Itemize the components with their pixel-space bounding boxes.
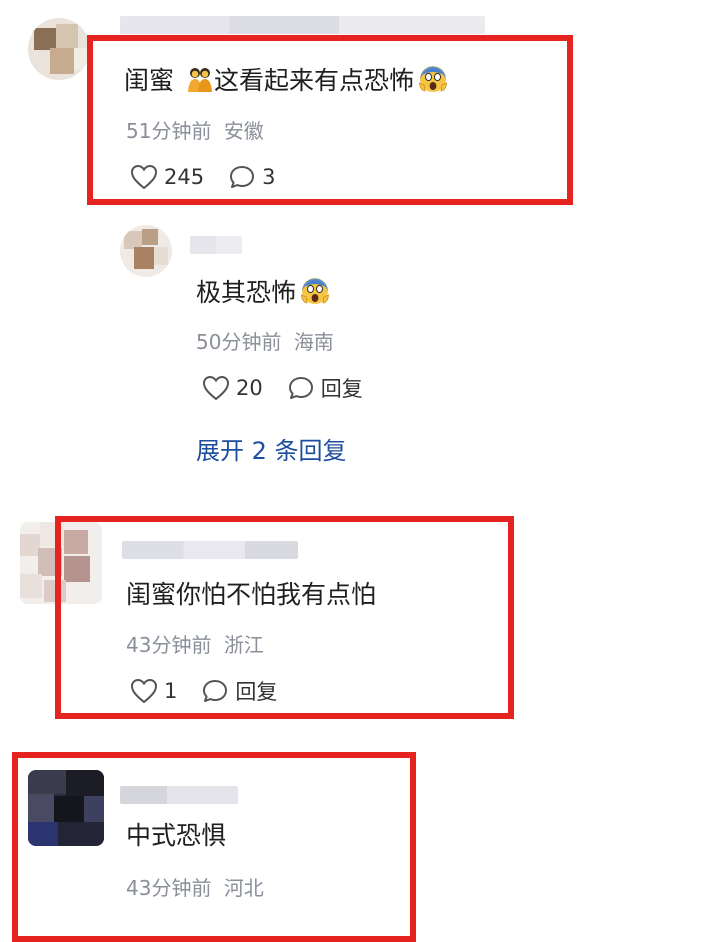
reply-label: 回复 xyxy=(235,680,278,704)
reply-button[interactable]: 回复 xyxy=(201,676,277,706)
screaming-face-emoji-icon xyxy=(418,63,448,100)
comment-meta: 43分钟前 浙江 xyxy=(126,633,264,657)
comment-time: 43分钟前 xyxy=(126,633,212,657)
comment-actions: 1 回复 xyxy=(130,677,277,705)
comment-location: 安徽 xyxy=(223,119,264,143)
username-blurred xyxy=(120,786,238,804)
comment-meta: 43分钟前 河北 xyxy=(126,876,264,900)
comment-location: 河北 xyxy=(223,876,264,900)
comment-bubble-icon xyxy=(288,377,313,399)
comment-location: 浙江 xyxy=(223,633,264,657)
username-blurred xyxy=(190,236,242,254)
avatar[interactable] xyxy=(20,522,102,604)
comment-content: 闺蜜 这看起来有点恐怖 xyxy=(124,63,448,100)
like-button[interactable]: 1 xyxy=(130,678,177,704)
reply-count: 3 xyxy=(262,165,276,189)
like-count: 245 xyxy=(164,165,205,189)
like-count: 1 xyxy=(164,679,178,703)
like-button[interactable]: 20 xyxy=(202,375,263,401)
comment-time: 43分钟前 xyxy=(126,876,212,900)
heart-icon xyxy=(202,375,230,401)
username-blurred xyxy=(120,16,485,34)
like-button[interactable]: 245 xyxy=(130,164,204,190)
comment-time: 50分钟前 xyxy=(196,330,282,354)
comment-button[interactable]: 3 xyxy=(228,164,275,190)
comment-actions: 20 回复 xyxy=(202,374,363,402)
reply-label: 回复 xyxy=(320,377,363,401)
heart-icon xyxy=(130,678,158,704)
comment-bubble-icon xyxy=(230,166,255,188)
comment-content: 中式恐惧 xyxy=(126,821,227,850)
avatar[interactable] xyxy=(28,770,104,846)
two-people-emoji-icon xyxy=(186,65,214,100)
expand-replies-link[interactable]: 展开 2 条回复 xyxy=(196,437,347,465)
like-count: 20 xyxy=(236,376,263,400)
avatar[interactable] xyxy=(28,18,90,80)
comment-content: 闺蜜你怕不怕我有点怕 xyxy=(126,580,377,609)
comment-time: 51分钟前 xyxy=(126,119,212,143)
heart-icon xyxy=(130,164,158,190)
comment-meta: 51分钟前 安徽 xyxy=(126,119,264,143)
comment-content: 极其恐怖 xyxy=(196,275,330,312)
screaming-face-emoji-icon xyxy=(300,275,330,312)
username-blurred xyxy=(122,541,298,559)
comment-actions: 245 3 xyxy=(130,163,275,191)
reply-button[interactable]: 回复 xyxy=(287,373,363,403)
comment-bubble-icon xyxy=(203,680,228,702)
comment-location: 海南 xyxy=(293,330,334,354)
comment-meta: 50分钟前 海南 xyxy=(196,330,334,354)
avatar[interactable] xyxy=(120,225,172,277)
